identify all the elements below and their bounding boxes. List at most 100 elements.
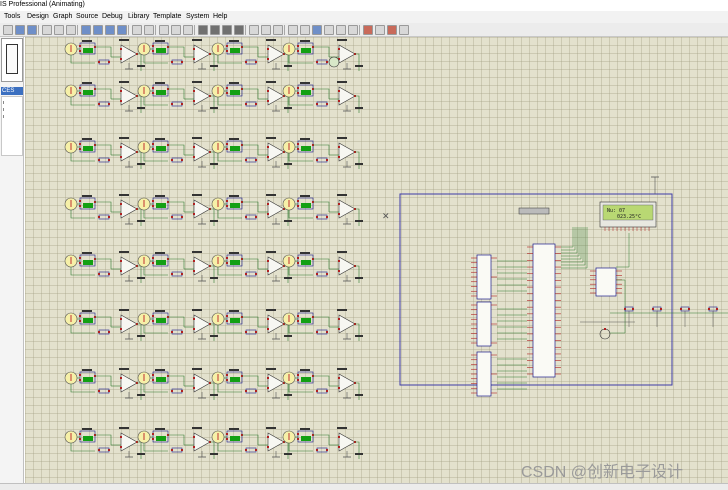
- chip-label: [82, 40, 92, 42]
- pin-marker: [338, 48, 340, 50]
- menu-library[interactable]: Library: [128, 13, 149, 20]
- pin-marker: [108, 273, 110, 275]
- pin-marker: [181, 273, 183, 275]
- resistor: [98, 388, 110, 394]
- cut-icon[interactable]: [159, 25, 169, 35]
- chip-label: [229, 310, 239, 312]
- origin-icon[interactable]: [54, 25, 64, 35]
- zoom-in-icon[interactable]: [81, 25, 91, 35]
- device-list-item[interactable]: [3, 101, 4, 104]
- op-amp: [267, 86, 285, 106]
- new-icon[interactable]: [3, 25, 13, 35]
- pin-marker: [338, 156, 340, 158]
- block-move-icon[interactable]: [210, 25, 220, 35]
- pin-marker: [98, 273, 100, 275]
- pdf-icon[interactable]: [387, 25, 397, 35]
- pin-marker: [297, 262, 299, 264]
- pin-marker: [255, 61, 257, 63]
- pick-device-icon[interactable]: [249, 25, 259, 35]
- wire-autoroute-icon[interactable]: [300, 25, 310, 35]
- packaging-icon[interactable]: [273, 25, 283, 35]
- sensor-cell: [211, 427, 292, 459]
- pan-icon[interactable]: [66, 25, 76, 35]
- pin-marker: [326, 61, 328, 63]
- resistor: [98, 214, 110, 220]
- pin-marker: [171, 216, 173, 218]
- sensor-cell: [64, 137, 145, 169]
- pin-marker: [98, 103, 100, 105]
- op-amp-label: [266, 194, 276, 196]
- pin-marker: [98, 216, 100, 218]
- menu-source[interactable]: Source: [76, 13, 98, 20]
- block-rotate-icon[interactable]: [222, 25, 232, 35]
- pin-marker: [316, 103, 318, 105]
- resistor: [652, 306, 662, 312]
- device-list-item[interactable]: [3, 115, 4, 118]
- pin-marker: [688, 308, 690, 310]
- chip-label: [155, 252, 165, 254]
- wire: [217, 55, 242, 64]
- sensor-display: [301, 146, 311, 151]
- wire: [284, 151, 289, 169]
- pin-marker: [326, 216, 328, 218]
- zoom-all-icon[interactable]: [105, 25, 115, 35]
- menu-system[interactable]: System: [186, 13, 209, 20]
- output-label: [137, 277, 145, 279]
- menu-tools[interactable]: Tools: [4, 13, 20, 20]
- resistor: [316, 271, 328, 277]
- redo-icon[interactable]: [144, 25, 154, 35]
- design-explorer-icon[interactable]: [324, 25, 334, 35]
- pin-marker: [226, 257, 228, 259]
- undo-icon[interactable]: [132, 25, 142, 35]
- device-list-item[interactable]: [3, 108, 4, 111]
- menu-debug[interactable]: Debug: [102, 13, 123, 20]
- zoom-out-icon[interactable]: [93, 25, 103, 35]
- menu-design[interactable]: Design: [27, 13, 49, 20]
- block-delete-icon[interactable]: [234, 25, 244, 35]
- make-device-icon[interactable]: [261, 25, 271, 35]
- property-assign-icon[interactable]: [288, 25, 298, 35]
- devices-tab[interactable]: CES: [1, 87, 23, 95]
- copy-icon[interactable]: [171, 25, 181, 35]
- netlist-icon[interactable]: [336, 25, 346, 35]
- wire: [137, 53, 142, 71]
- netlist-transfer-icon[interactable]: [375, 25, 385, 35]
- zoom-area-icon[interactable]: [117, 25, 127, 35]
- pin-marker: [120, 436, 122, 438]
- pin-marker: [120, 260, 122, 262]
- menu-template[interactable]: Template: [153, 13, 181, 20]
- grid-icon[interactable]: [42, 25, 52, 35]
- wire: [137, 151, 142, 169]
- op-amp: [120, 86, 138, 106]
- device-list[interactable]: [1, 96, 23, 156]
- open-icon[interactable]: [15, 25, 25, 35]
- op-amp-label: [337, 137, 347, 139]
- wire: [288, 153, 313, 162]
- wire: [313, 201, 330, 212]
- pin-marker: [171, 273, 173, 275]
- sensor-display: [83, 318, 93, 323]
- chip-label: [82, 195, 92, 197]
- search-icon[interactable]: [312, 25, 322, 35]
- menu-graph[interactable]: Graph: [53, 13, 72, 20]
- op-amp: [267, 314, 285, 334]
- wire: [95, 258, 112, 269]
- sensor-display: [230, 377, 240, 382]
- schematic-canvas[interactable]: ✕ Nu: 07 023.25°C: [25, 37, 728, 483]
- sensor-cell: [137, 427, 218, 459]
- block-copy-icon[interactable]: [198, 25, 208, 35]
- wire: [168, 201, 185, 212]
- header-block: [518, 207, 550, 215]
- pin-marker: [181, 449, 183, 451]
- multiplexer-chip-1: [476, 254, 492, 300]
- pin-marker: [255, 390, 257, 392]
- pin-marker: [193, 203, 195, 205]
- sensor-display: [83, 203, 93, 208]
- bill-of-materials-icon[interactable]: [348, 25, 358, 35]
- pin-marker: [316, 273, 318, 275]
- menu-help[interactable]: Help: [213, 13, 227, 20]
- electrical-check-icon[interactable]: [363, 25, 373, 35]
- save-icon[interactable]: [27, 25, 37, 35]
- print-icon[interactable]: [399, 25, 409, 35]
- paste-icon[interactable]: [183, 25, 193, 35]
